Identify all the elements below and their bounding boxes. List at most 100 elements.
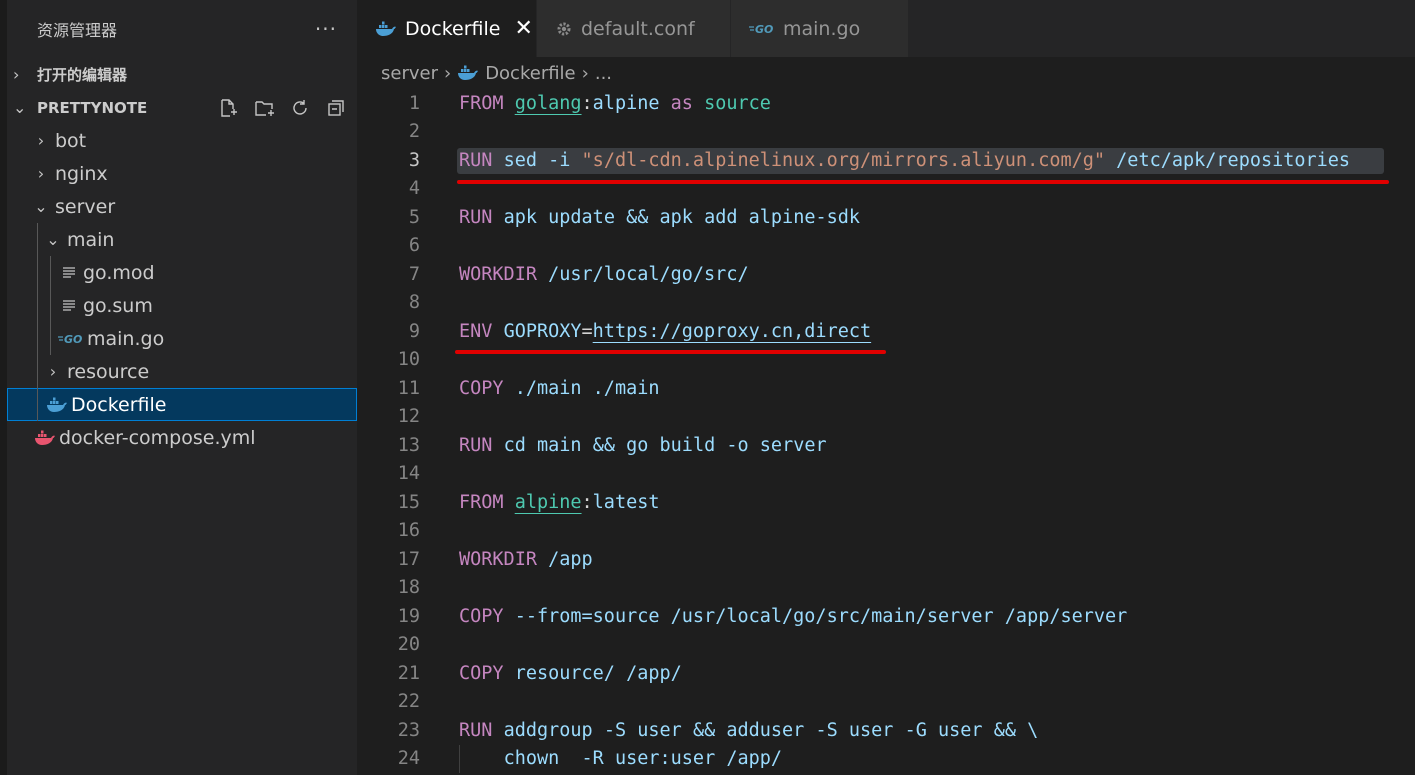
docker-icon (457, 65, 479, 81)
code-line[interactable]: 23 RUN addgroup -S user && adduser -S use… (357, 716, 1415, 745)
tree-file[interactable]: GO main.go (7, 322, 357, 355)
code-line[interactable]: 9 ENV GOPROXY=https://goproxy.cn,direct (357, 317, 1415, 346)
tree-folder[interactable]: ⌄ server (7, 190, 357, 223)
tree-file[interactable]: docker-compose.yml (7, 421, 357, 454)
code-line[interactable]: 21 COPY resource/ /app/ (357, 659, 1415, 688)
code-line[interactable]: 14 (357, 460, 1415, 489)
refresh-icon[interactable] (289, 97, 311, 119)
code-line[interactable]: 18 (357, 574, 1415, 603)
code-line[interactable]: 7 WORKDIR /usr/local/go/src/ (357, 260, 1415, 289)
line-code: FROM golang:alpine as source (459, 93, 771, 114)
tree-item-label: bot (55, 129, 87, 152)
code-token: && (626, 206, 649, 228)
line-number: 22 (397, 691, 420, 713)
line-code: ENV GOPROXY=https://goproxy.cn,direct (459, 321, 871, 342)
code-line[interactable]: 2 (357, 118, 1415, 147)
line-code: RUN sed -i "s/dl-cdn.alpinelinux.org/mir… (459, 150, 1350, 171)
code-token: FROM (459, 491, 504, 513)
tab-label: Dockerfile (405, 17, 501, 40)
line-number: 5 (408, 206, 420, 228)
tab-dockerfile[interactable]: Dockerfile ✕ (357, 0, 537, 57)
code-line[interactable]: 24 chown -R user:user /app/ (357, 744, 1415, 773)
tree-item-label: resource (67, 360, 150, 383)
code-token: /usr/local/go/src/ (548, 263, 749, 285)
indent-guide (50, 256, 51, 289)
line-number: 11 (397, 377, 420, 399)
code-token: COPY (459, 605, 504, 627)
code-line[interactable]: 8 (357, 289, 1415, 318)
close-icon[interactable]: ✕ (514, 16, 532, 41)
code-line[interactable]: 22 (357, 688, 1415, 717)
code-line[interactable]: 13 RUN cd main && go build -o server (357, 431, 1415, 460)
tree-item-label: server (55, 195, 116, 218)
code-line[interactable]: 15 FROM alpine:latest (357, 488, 1415, 517)
code-line[interactable]: 20 (357, 631, 1415, 660)
code-token: --from=source (514, 605, 660, 627)
code-line[interactable]: 4 (357, 175, 1415, 204)
collapse-all-icon[interactable] (325, 97, 347, 119)
line-code: COPY resource/ /app/ (459, 663, 682, 684)
line-number: 2 (408, 121, 420, 143)
code-line[interactable]: 12 (357, 403, 1415, 432)
more-actions-icon[interactable]: ··· (315, 17, 337, 41)
code-line[interactable]: 5 RUN apk update && apk add alpine-sdk (357, 203, 1415, 232)
tree-folder[interactable]: › bot (7, 124, 357, 157)
code-line[interactable]: 19 COPY --from=source /usr/local/go/src/m… (357, 602, 1415, 631)
go-icon: GO (57, 332, 85, 346)
code-line[interactable]: 16 (357, 517, 1415, 546)
code-token: -R (581, 748, 604, 770)
chevron-right-icon: › (13, 65, 20, 84)
line-number: 21 (397, 662, 420, 684)
new-file-icon[interactable] (217, 97, 239, 119)
explorer-sidebar: 资源管理器 ··· › 打开的编辑器 ⌄ PRETTYNOTE › bot › ngi… (0, 0, 357, 775)
code-editor[interactable]: 1 FROM golang:alpine as source 2 3 RUN sed -… (357, 89, 1415, 775)
project-name: PRETTYNOTE (37, 98, 148, 117)
code-line[interactable]: 17 WORKDIR /app (357, 545, 1415, 574)
code-token: FROM (459, 92, 504, 114)
code-token: COPY (459, 662, 504, 684)
tree-file[interactable]: go.mod (7, 256, 357, 289)
breadcrumb: server › Dockerfile › ... (357, 57, 1415, 89)
code-token: alpine (592, 92, 660, 114)
tree-folder[interactable]: › resource (7, 355, 357, 388)
code-token: : (581, 92, 593, 114)
code-line[interactable]: 3 RUN sed -i "s/dl-cdn.alpinelinux.org/mi… (357, 146, 1415, 175)
breadcrumb-more[interactable]: ... (595, 63, 612, 84)
tree-item-label: main.go (87, 327, 165, 350)
line-number: 23 (397, 719, 420, 741)
tab-default-conf[interactable]: default.conf (537, 0, 731, 57)
code-line[interactable]: 11 COPY ./main ./main (357, 374, 1415, 403)
line-code: WORKDIR /app (459, 549, 593, 570)
tab-main-go[interactable]: GO main.go (731, 0, 909, 57)
line-number: 1 (408, 92, 420, 114)
docker-icon (45, 397, 69, 413)
project-section[interactable]: ⌄ PRETTYNOTE (7, 91, 357, 124)
breadcrumb-file[interactable]: Dockerfile (485, 63, 575, 84)
line-code: COPY --from=source /usr/local/go/src/mai… (459, 606, 1127, 627)
code-line[interactable]: 1 FROM golang:alpine as source (357, 89, 1415, 118)
open-editors-section[interactable]: › 打开的编辑器 (7, 58, 357, 91)
tree-file[interactable]: go.sum (7, 289, 357, 322)
code-token: WORKDIR (459, 548, 537, 570)
breadcrumb-folder[interactable]: server (381, 63, 438, 84)
line-number: 10 (397, 349, 420, 371)
new-folder-icon[interactable] (253, 97, 275, 119)
tree-file[interactable]: Dockerfile (7, 388, 357, 421)
code-line[interactable]: 6 (357, 232, 1415, 261)
chevron-right-icon: › (37, 164, 45, 183)
code-token: RUN (459, 719, 493, 741)
tree-folder[interactable]: ⌄ main (7, 223, 357, 256)
tree-folder[interactable]: › nginx (7, 157, 357, 190)
